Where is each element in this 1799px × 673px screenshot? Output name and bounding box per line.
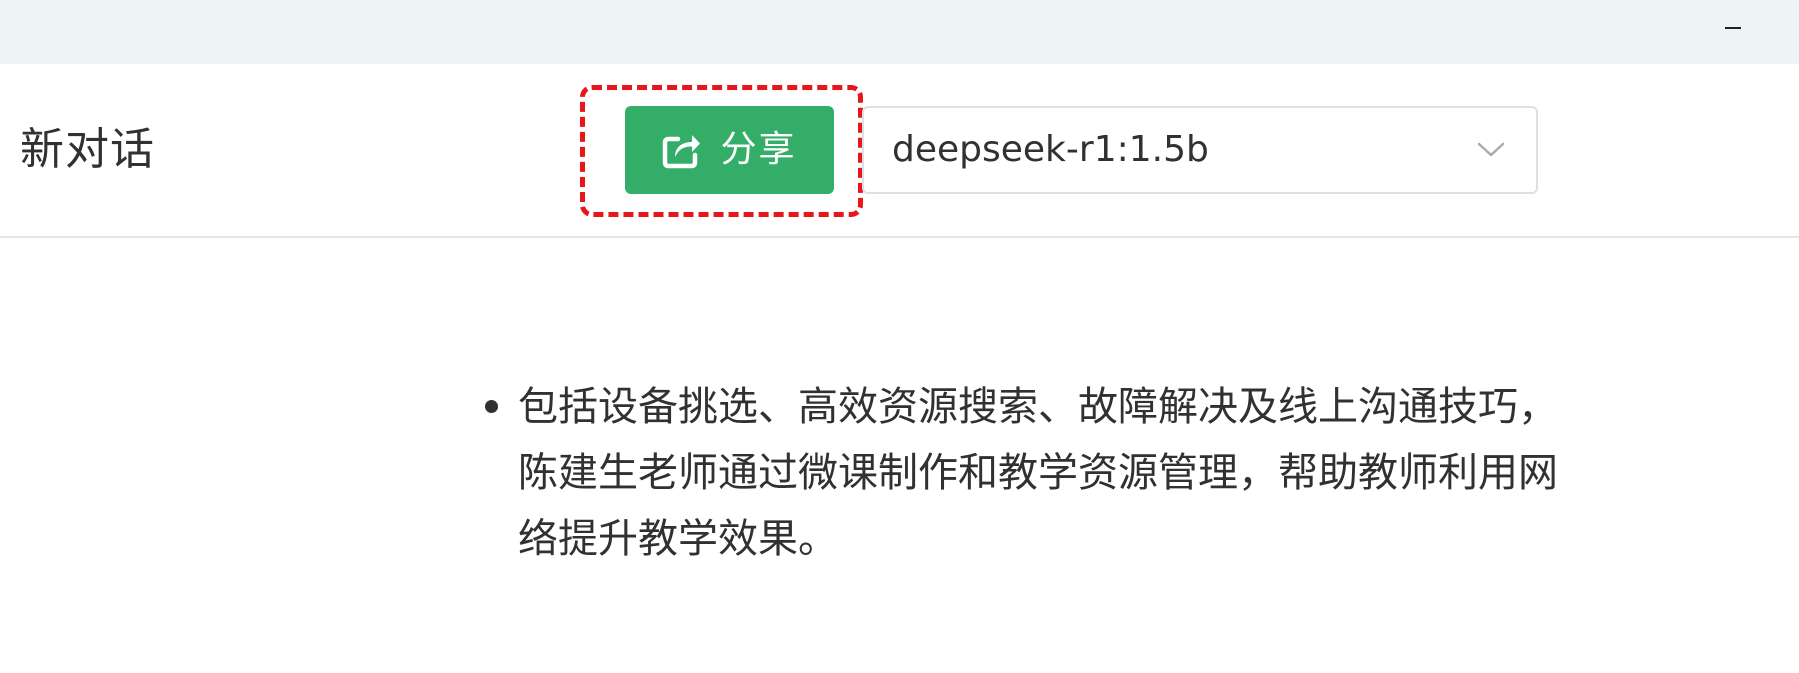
share-button-label: 分享 bbox=[720, 129, 797, 170]
share-button[interactable]: 分享 bbox=[625, 106, 834, 194]
page-title: 新对话 bbox=[20, 124, 155, 175]
share-icon bbox=[662, 131, 702, 169]
bullet-dot bbox=[485, 400, 498, 413]
bullet-list: 包括设备挑选、高效资源搜索、故障解决及线上沟通技巧，陈建生老师通过微课制作和教学… bbox=[478, 374, 1568, 572]
chat-content: 包括设备挑选、高效资源搜索、故障解决及线上沟通技巧，陈建生老师通过微课制作和教学… bbox=[0, 238, 1799, 673]
model-select[interactable]: deepseek-r1:1.5b bbox=[862, 106, 1538, 194]
chat-header: 新对话 分享 deepseek-r1:1.5b bbox=[0, 64, 1799, 238]
chevron-down-icon bbox=[1476, 134, 1506, 168]
list-item-text: 包括设备挑选、高效资源搜索、故障解决及线上沟通技巧，陈建生老师通过微课制作和教学… bbox=[518, 384, 1558, 562]
list-item: 包括设备挑选、高效资源搜索、故障解决及线上沟通技巧，陈建生老师通过微课制作和教学… bbox=[478, 374, 1568, 572]
window-titlebar bbox=[0, 0, 1799, 64]
minimize-icon[interactable] bbox=[1721, 14, 1745, 38]
model-select-value: deepseek-r1:1.5b bbox=[892, 129, 1209, 170]
